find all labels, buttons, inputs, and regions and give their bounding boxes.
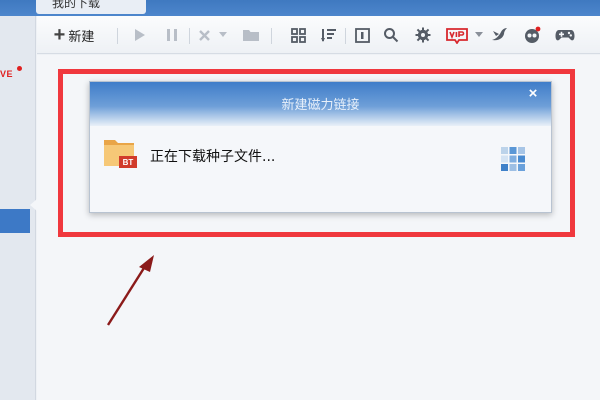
mascot-icon[interactable] (520, 24, 544, 46)
separator (189, 28, 190, 44)
vip-dropdown-icon[interactable] (473, 24, 485, 46)
bt-badge-label: BT (123, 158, 134, 167)
search-icon[interactable] (380, 24, 402, 46)
pause-icon[interactable] (161, 24, 183, 46)
sidebar-item-active[interactable] (0, 209, 30, 233)
play-icon[interactable] (129, 24, 151, 46)
dropdown-icon[interactable] (217, 24, 229, 46)
toolbar: + 新建 (37, 16, 600, 54)
active-pointer (30, 199, 37, 211)
separator (271, 28, 272, 44)
notification-dot (17, 66, 22, 71)
folder-icon[interactable] (239, 24, 263, 46)
single-view-icon[interactable] (351, 24, 373, 46)
new-task-button[interactable]: + 新建 (45, 24, 103, 46)
loading-spinner-icon (501, 147, 525, 171)
download-status-text: 正在下载种子文件... (150, 149, 276, 165)
sort-icon[interactable] (318, 24, 340, 46)
separator (117, 28, 118, 44)
delete-icon[interactable] (193, 24, 215, 46)
grid-icon[interactable] (287, 24, 309, 46)
tab-my-downloads[interactable]: 我的下载 (36, 0, 146, 14)
tab-label: 我的下载 (52, 0, 101, 10)
new-task-label: 新建 (68, 29, 95, 45)
dialog-title: 新建磁力链接 (281, 98, 360, 113)
dialog-header: 新建磁力链接 × (90, 82, 551, 126)
vip-icon[interactable] (443, 24, 471, 46)
separator (345, 28, 346, 44)
gamepad-icon[interactable] (552, 24, 578, 46)
close-icon[interactable]: × (525, 86, 541, 102)
bird-icon[interactable] (489, 24, 511, 46)
settings-icon[interactable] (412, 24, 434, 46)
new-magnet-link-dialog: 新建磁力链接 × BT 正在下载种子文件... (89, 81, 552, 213)
bt-file-icon: BT (104, 140, 137, 168)
plus-icon: + (53, 24, 66, 46)
live-badge[interactable]: VE (0, 69, 13, 81)
